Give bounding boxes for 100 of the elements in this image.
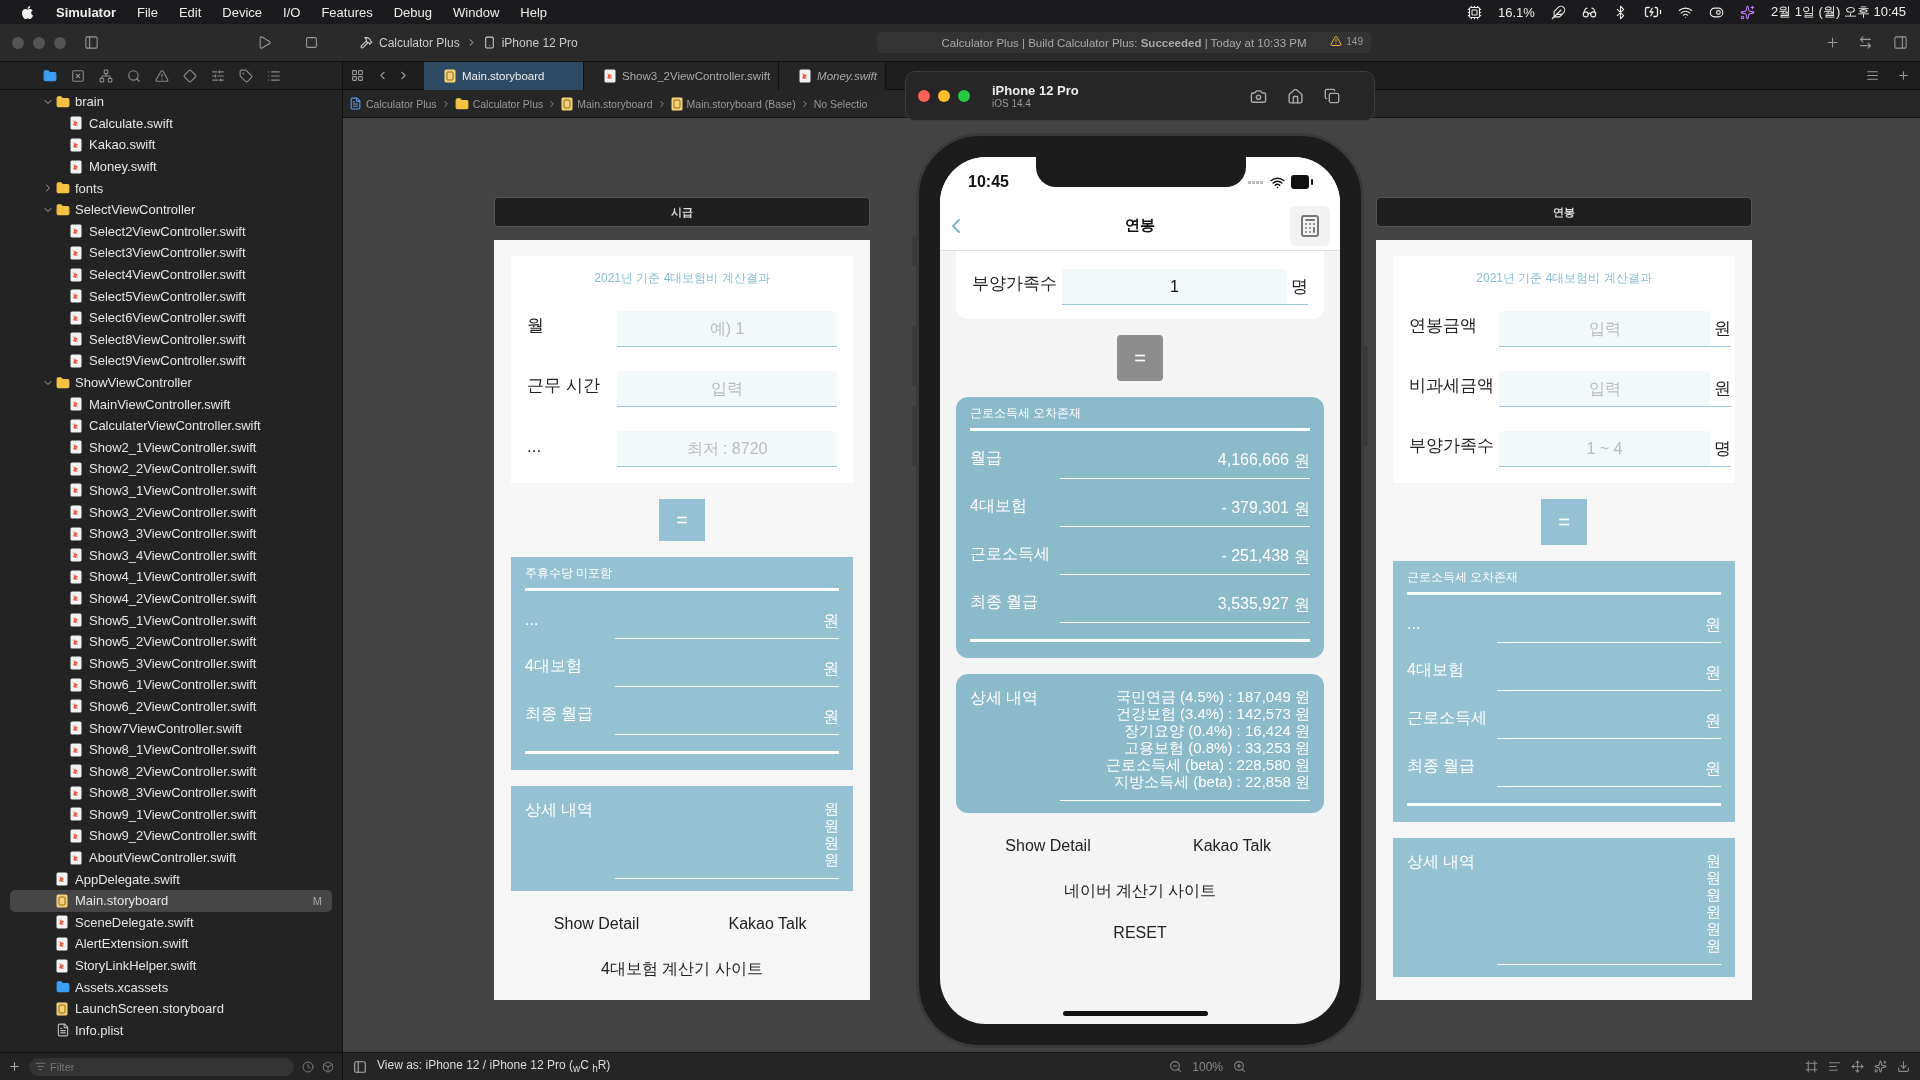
- tag-icon[interactable]: [239, 68, 253, 83]
- file-tree-item[interactable]: Show7ViewController.swift: [10, 717, 332, 739]
- input-field[interactable]: 입력: [1499, 371, 1710, 407]
- file-tree-item[interactable]: Show6_2ViewController.swift: [10, 695, 332, 718]
- file-tree-item[interactable]: Select2ViewController.swift: [10, 220, 332, 243]
- file-tree-item[interactable]: Show8_1ViewController.swift: [10, 738, 332, 761]
- device-config[interactable]: View as: iPhone 12 / iPhone 12 Pro ($_{w}$C $_{h}$R): [377, 1058, 611, 1075]
- file-tree-item[interactable]: Show9_2ViewController.swift: [10, 825, 332, 847]
- file-tree-item[interactable]: Select8ViewController.swift: [10, 328, 332, 351]
- list-icon[interactable]: [267, 68, 281, 83]
- input-field[interactable]: 1: [1062, 269, 1287, 305]
- file-tree-item[interactable]: Show8_3ViewController.swift: [10, 782, 332, 804]
- phone-icon[interactable]: [482, 36, 496, 49]
- add-icon[interactable]: [1897, 69, 1910, 82]
- file-tree-item[interactable]: Select9ViewController.swift: [10, 350, 332, 372]
- file-tree-item[interactable]: Show5_3ViewController.swift: [10, 652, 332, 675]
- chip-icon[interactable]: [1467, 4, 1482, 20]
- menu-item[interactable]: Edit: [178, 4, 202, 20]
- feather-icon[interactable]: [1550, 4, 1566, 20]
- app-menu[interactable]: Simulator: [56, 4, 116, 20]
- file-tree-item[interactable]: Select6ViewController.swift: [10, 306, 332, 329]
- file-tree-item[interactable]: Show9_1ViewController.swift: [10, 803, 332, 826]
- input-field[interactable]: 입력: [617, 371, 837, 407]
- file-tree-item[interactable]: SceneDelegate.swift: [10, 911, 332, 934]
- menu-item[interactable]: I/O: [283, 4, 301, 20]
- path-item[interactable]: Main.storyboard: [577, 97, 653, 110]
- file-tree-item[interactable]: Show2_1ViewController.swift: [10, 436, 332, 459]
- calculator-button[interactable]: [1290, 205, 1330, 246]
- inspector-toggle-icon[interactable]: [1893, 35, 1908, 50]
- text-button[interactable]: Show Detail: [999, 833, 1097, 859]
- apple-logo-icon[interactable]: [20, 4, 35, 20]
- file-tree-item[interactable]: Show4_1ViewController.swift: [10, 566, 332, 588]
- hierarchy-icon[interactable]: [99, 68, 113, 83]
- menu-item[interactable]: File: [136, 4, 158, 20]
- file-tree-item[interactable]: Calculate.swift: [10, 112, 332, 135]
- file-tree-item[interactable]: StoryLinkHelper.swift: [10, 954, 332, 977]
- file-tree-item[interactable]: Kakao.swift: [10, 134, 332, 156]
- file-tree-item[interactable]: Show8_2ViewController.swift: [10, 760, 332, 782]
- wifi-icon[interactable]: [1677, 4, 1693, 20]
- file-tree-item[interactable]: Show4_2ViewController.swift: [10, 587, 332, 610]
- scene-title[interactable]: 연봉: [1376, 197, 1752, 227]
- text-button[interactable]: 네이버 계산기 사이트: [1057, 877, 1223, 906]
- zoom-button[interactable]: [958, 90, 970, 102]
- stop-icon[interactable]: [305, 36, 318, 49]
- folder-icon[interactable]: [43, 68, 57, 83]
- sparkle-icon[interactable]: [1874, 1060, 1887, 1073]
- panel-icon[interactable]: [353, 1059, 367, 1074]
- file-tree-item[interactable]: MainViewController.swift: [10, 393, 332, 415]
- text-button[interactable]: 4대보험 계산기 사이트: [595, 955, 769, 984]
- input-field[interactable]: 예) 1: [617, 311, 837, 347]
- clock-icon[interactable]: [302, 1060, 314, 1073]
- zoom-in-icon[interactable]: [1233, 1060, 1247, 1073]
- align-icon[interactable]: [1828, 1060, 1841, 1073]
- search-icon[interactable]: [127, 68, 141, 83]
- input-field[interactable]: 1 ~ 4: [1499, 431, 1710, 467]
- file-tree-item[interactable]: brain: [10, 91, 332, 113]
- file-tree-item[interactable]: Info.plist: [10, 1019, 332, 1042]
- file-tree-item[interactable]: Main.storyboard M: [10, 889, 332, 912]
- file-tree-item[interactable]: AlertExtension.swift: [10, 933, 332, 955]
- file-tree-item[interactable]: LaunchScreen.storyboard: [10, 997, 332, 1020]
- path-item[interactable]: Main.storyboard (Base): [686, 97, 796, 110]
- menu-item[interactable]: Features: [321, 4, 373, 20]
- editor-tab[interactable]: Main.storyboard: [424, 61, 584, 90]
- file-tree-item[interactable]: Select4ViewController.swift: [10, 263, 332, 286]
- hammer-icon[interactable]: [360, 36, 373, 49]
- screenshot-icon[interactable]: [1250, 87, 1267, 105]
- editor-tab[interactable]: Show3_2ViewController.swift: [584, 61, 780, 90]
- file-tree-item[interactable]: AboutViewController.swift: [10, 846, 332, 869]
- scene-title[interactable]: 시급: [494, 197, 870, 227]
- home-icon[interactable]: [1287, 87, 1304, 105]
- file-tree-item[interactable]: Assets.xcassets: [10, 976, 332, 998]
- add-icon[interactable]: [8, 1060, 21, 1073]
- run-icon[interactable]: [257, 35, 272, 50]
- diamond-icon[interactable]: [183, 68, 197, 83]
- frame-icon[interactable]: [1805, 1060, 1818, 1073]
- sparkle-icon[interactable]: [1739, 4, 1755, 20]
- path-item[interactable]: No Selectio: [813, 97, 868, 110]
- file-tree-item[interactable]: Show6_1ViewController.swift: [10, 674, 332, 696]
- file-tree-item[interactable]: fonts: [10, 177, 332, 199]
- file-tree-item[interactable]: Show3_1ViewController.swift: [10, 479, 332, 502]
- file-tree-item[interactable]: Show3_4ViewController.swift: [10, 544, 332, 567]
- file-tree-item[interactable]: AppDelegate.swift: [10, 868, 332, 890]
- input-field[interactable]: 최저 : 8720: [617, 431, 837, 467]
- destination-name[interactable]: iPhone 12 Pro: [501, 35, 578, 50]
- menu-item[interactable]: Help: [520, 4, 548, 20]
- file-tree-item[interactable]: Money.swift: [10, 155, 332, 178]
- sidebar-toggle-icon[interactable]: [84, 35, 99, 50]
- warning-icon[interactable]: [1330, 35, 1343, 47]
- grid-icon[interactable]: [351, 69, 364, 82]
- x-square-icon[interactable]: [71, 68, 85, 83]
- lines-icon[interactable]: [1866, 69, 1879, 82]
- warning-icon[interactable]: [155, 68, 169, 83]
- text-button[interactable]: Kakao Talk: [1187, 833, 1277, 859]
- menu-item[interactable]: Window: [453, 4, 500, 20]
- file-tree-item[interactable]: SelectViewController: [10, 198, 332, 221]
- text-button[interactable]: Show Detail: [547, 911, 646, 937]
- file-tree-item[interactable]: ShowViewController: [10, 371, 332, 394]
- move-icon[interactable]: [1851, 1060, 1864, 1073]
- file-tree-item[interactable]: Show5_2ViewController.swift: [10, 630, 332, 653]
- sliders-icon[interactable]: [211, 68, 225, 83]
